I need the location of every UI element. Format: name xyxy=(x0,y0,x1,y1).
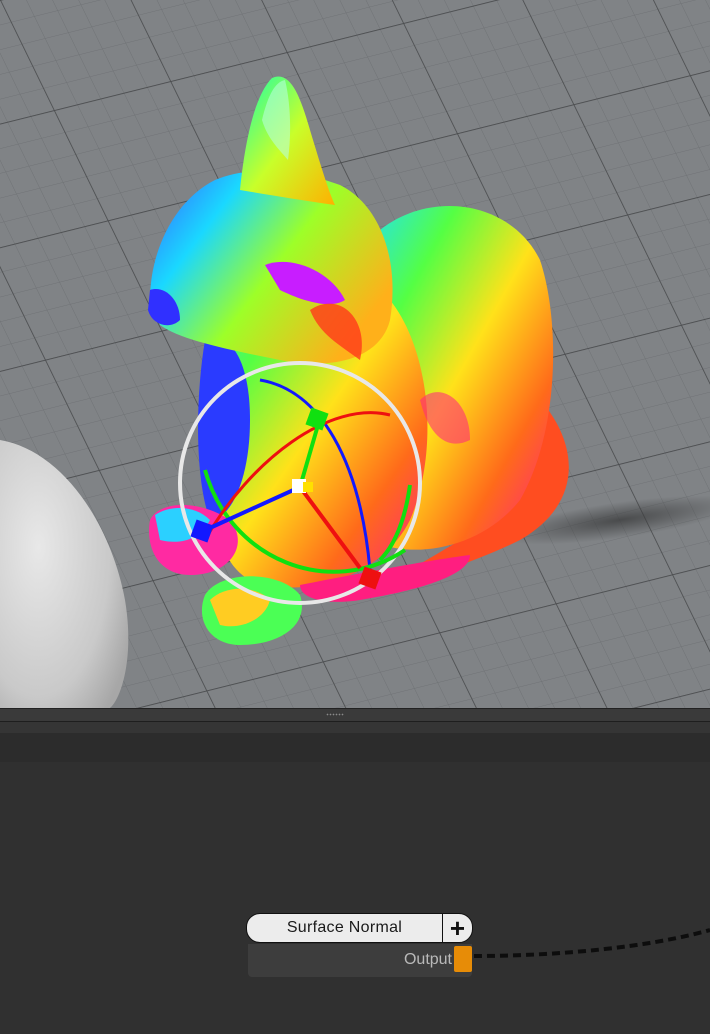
node-title[interactable]: Surface Normal xyxy=(246,913,443,943)
splitter-grip-icon[interactable] xyxy=(326,713,344,716)
3d-viewport[interactable] xyxy=(0,0,710,708)
viewport-scene[interactable] xyxy=(0,0,710,708)
connection-wire xyxy=(473,928,710,958)
output-port-label: Output xyxy=(403,951,452,968)
surface-normal-node[interactable]: Surface Normal + Output xyxy=(246,913,474,979)
node-editor-toolbar xyxy=(0,721,710,763)
node-body: Output xyxy=(248,944,472,977)
node-graph-canvas[interactable]: Surface Normal + Output xyxy=(0,762,710,1034)
add-port-button[interactable]: + xyxy=(442,913,473,943)
output-port[interactable] xyxy=(454,946,472,972)
panel-splitter[interactable] xyxy=(0,708,710,721)
